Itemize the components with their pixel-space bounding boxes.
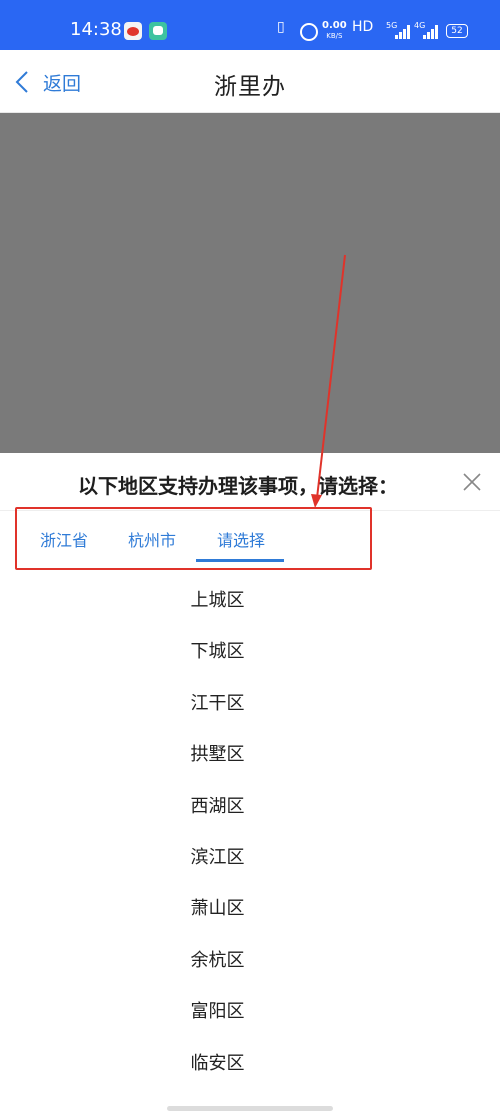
district-list: 上城区 下城区 江干区 拱墅区 西湖区 滨江区 萧山区 余杭区 富阳区 临安区: [0, 575, 435, 1089]
app-header: 返回 浙里办: [0, 50, 500, 113]
battery-icon: 52: [446, 24, 468, 38]
close-icon: [463, 473, 481, 491]
annotation-highlight-box: [15, 507, 372, 570]
sheet-title: 以下地区支持办理该事项，请选择：: [78, 474, 398, 498]
signal-5g-icon: 5G: [386, 21, 411, 39]
status-time: 14:38: [70, 19, 122, 40]
district-item[interactable]: 萧山区: [0, 883, 435, 934]
district-item[interactable]: 拱墅区: [0, 729, 435, 780]
region-picker-sheet: 以下地区支持办理该事项，请选择： 浙江省 杭州市 请选择 上城区 下城区 江干区…: [0, 453, 500, 1111]
status-bar: 14:38 ▯ 0.00 KB/S HD 5G 4G 52: [0, 0, 500, 50]
district-item[interactable]: 上城区: [0, 575, 435, 626]
network-speed-unit: KB/S: [326, 32, 343, 40]
alarm-icon: [300, 23, 318, 41]
weibo-icon: [124, 22, 142, 40]
district-item[interactable]: 临安区: [0, 1038, 435, 1089]
district-item[interactable]: 西湖区: [0, 781, 435, 832]
district-item[interactable]: 江干区: [0, 678, 435, 729]
chat-app-icon: [149, 22, 167, 40]
close-button[interactable]: [461, 471, 483, 493]
district-item[interactable]: 余杭区: [0, 935, 435, 986]
signal-5g-label: 5G: [386, 21, 398, 30]
district-item[interactable]: 富阳区: [0, 986, 435, 1037]
network-speed-value: 0.00: [322, 20, 347, 31]
signal-4g-icon: 4G: [414, 21, 439, 39]
district-item[interactable]: 下城区: [0, 626, 435, 677]
home-indicator: [167, 1106, 333, 1111]
signal-4g-label: 4G: [414, 21, 426, 30]
modal-backdrop[interactable]: [0, 113, 500, 453]
page-title: 浙里办: [214, 74, 286, 100]
vibrate-icon: ▯: [277, 19, 285, 35]
network-speed: 0.00 KB/S: [322, 21, 347, 41]
district-item[interactable]: 滨江区: [0, 832, 435, 883]
hd-indicator: HD: [352, 19, 374, 35]
